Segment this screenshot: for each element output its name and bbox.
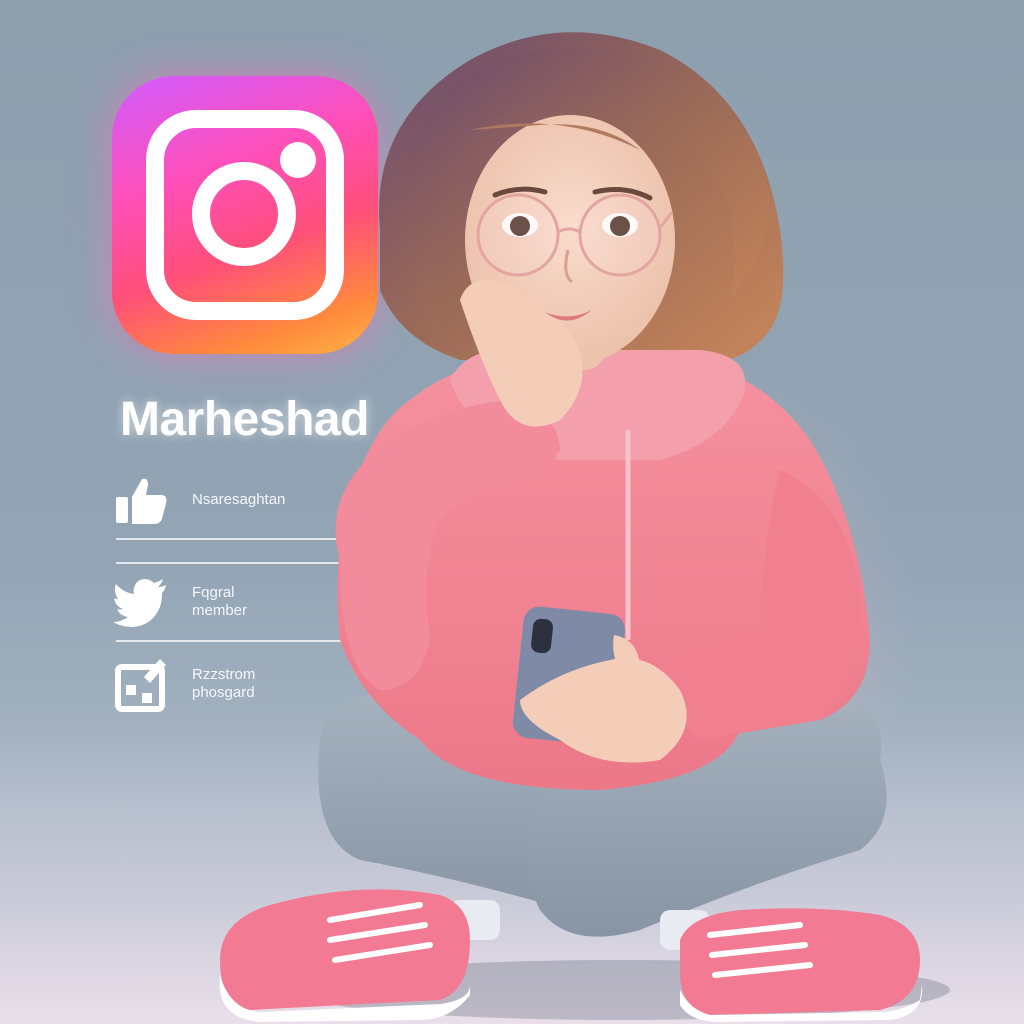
glasses-right-lens (578, 193, 662, 277)
left-sneaker (220, 889, 470, 1010)
character-illustration (219, 32, 950, 1022)
glasses-left-lens (476, 193, 560, 277)
scene: Marheshad Nsaresaghtan Fqgral member Rzz… (0, 0, 1024, 1024)
phone-camera (531, 618, 553, 654)
